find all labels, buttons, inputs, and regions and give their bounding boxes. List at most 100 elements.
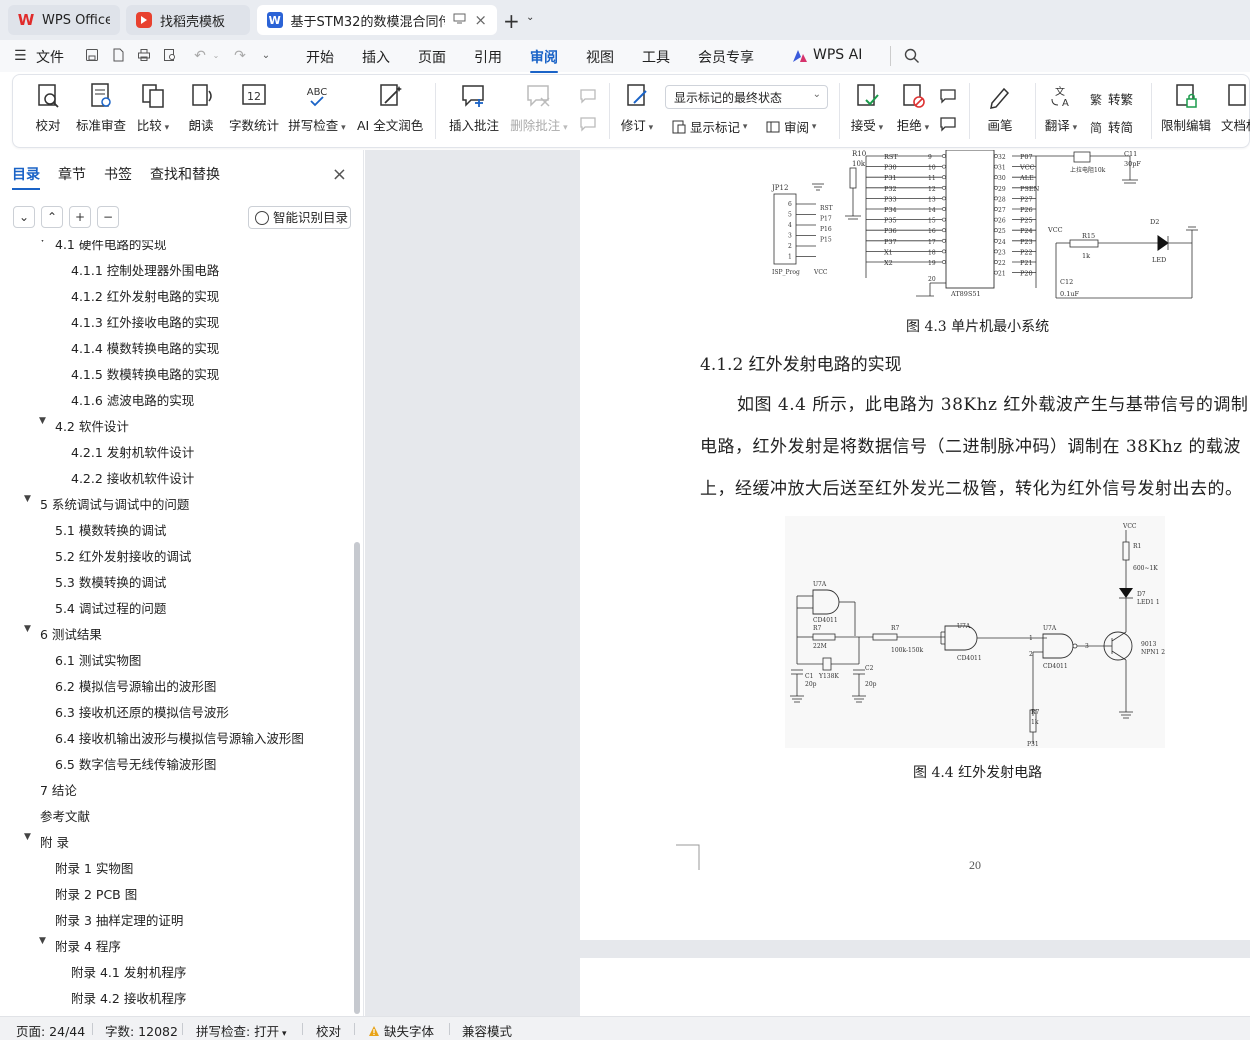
expand-triangle-icon[interactable]: ▼: [24, 832, 31, 842]
expand-triangle-icon[interactable]: ▼: [39, 240, 46, 244]
toc-item[interactable]: 7 结论: [40, 780, 77, 799]
chevron-down-icon[interactable]: ⌄: [258, 48, 274, 64]
read-aloud-button[interactable]: 朗读: [187, 81, 215, 134]
previous-comment-icon[interactable]: [579, 87, 597, 108]
menu-home[interactable]: 开始: [306, 47, 334, 67]
toc-item[interactable]: ▼ 附录 4 程序: [39, 936, 121, 955]
redo-icon[interactable]: ↷: [232, 48, 248, 64]
toc-item[interactable]: 4.1.6 滤波电路的实现: [71, 390, 194, 409]
toc-item[interactable]: 参考文献: [40, 806, 90, 825]
spell-check-toggle[interactable]: 拼写检查: 打开 ▾: [196, 1021, 287, 1040]
expand-triangle-icon[interactable]: ▼: [39, 416, 46, 426]
close-icon[interactable]: ×: [332, 164, 347, 185]
chevron-down-icon[interactable]: ⌄: [208, 48, 224, 64]
ink-button[interactable]: 画笔: [985, 81, 1015, 134]
toc-item[interactable]: 附录 3 抽样定理的证明: [55, 910, 183, 929]
tab-document[interactable]: W 基于STM32的数模混合同传 ×: [257, 5, 497, 35]
print-icon[interactable]: [136, 48, 152, 64]
expand-triangle-icon[interactable]: ▼: [39, 936, 46, 946]
reject-button[interactable]: 拒绝 ▾: [895, 81, 931, 134]
compare-button[interactable]: 比较 ▾: [135, 81, 171, 134]
collapse-all-button[interactable]: ⌃: [41, 206, 63, 228]
document-area[interactable]: JP12 6 5 4 3 2 1 RST P17 P16 P15 ISP_Prog VCC R10 10k R…: [365, 150, 1250, 1016]
toc-item[interactable]: 4.1.5 数模转换电路的实现: [71, 364, 219, 383]
toc-item[interactable]: ▼ 6 测试结果: [24, 624, 102, 643]
toc-item[interactable]: 5.3 数模转换的调试: [55, 572, 166, 591]
word-count-button[interactable]: 12 字数统计: [228, 81, 280, 134]
print-preview-icon[interactable]: [162, 48, 178, 64]
toc-item[interactable]: 4.2.1 发射机软件设计: [71, 442, 194, 461]
menu-wps-ai[interactable]: WPS AI: [813, 47, 862, 63]
toc-item[interactable]: 6.4 接收机输出波形与模拟信号源输入波形图: [55, 728, 304, 747]
tab-wps-office[interactable]: W WPS Office: [8, 5, 120, 35]
toc-item[interactable]: 6.1 测试实物图: [55, 650, 141, 669]
menu-page[interactable]: 页面: [418, 47, 446, 67]
to-traditional-button[interactable]: 繁 转繁: [1089, 89, 1133, 108]
chevron-down-icon[interactable]: ⌄: [526, 12, 534, 23]
expand-all-button[interactable]: ⌄: [13, 206, 35, 228]
standard-review-button[interactable]: 标准审查: [75, 81, 127, 134]
spell-check-button[interactable]: ABC 拼写检查 ▾: [288, 81, 346, 134]
toc-item[interactable]: ▼ 4.1 硬件电路的实现: [39, 240, 166, 253]
screen-icon[interactable]: [453, 13, 466, 27]
save-icon[interactable]: [84, 48, 100, 64]
tab-template[interactable]: 找稻壳模板: [126, 5, 250, 35]
new-tab-icon[interactable]: +: [503, 9, 520, 33]
tab-bookmarks[interactable]: 书签: [104, 164, 132, 184]
toc-item[interactable]: 4.1.3 红外接收电路的实现: [71, 312, 219, 331]
to-simplified-button[interactable]: 简 转简: [1089, 117, 1133, 136]
menu-review[interactable]: 审阅: [530, 47, 558, 73]
toc-item[interactable]: 4.2.2 接收机软件设计: [71, 468, 194, 487]
expand-triangle-icon[interactable]: ▼: [24, 494, 31, 504]
tab-chapters[interactable]: 章节: [58, 164, 86, 184]
doc-rights-button[interactable]: 文档权: [1221, 81, 1250, 134]
toc-item[interactable]: 4.1.1 控制处理器外围电路: [71, 260, 219, 279]
track-changes-button[interactable]: 修订 ▾: [619, 81, 655, 134]
translate-button[interactable]: 文A 翻译 ▾: [1043, 81, 1079, 134]
toc-item[interactable]: 5.2 红外发射接收的调试: [55, 546, 191, 565]
toc-item[interactable]: 6.5 数字信号无线传输波形图: [55, 754, 216, 773]
toc-item[interactable]: 附录 4.1 发射机程序: [71, 962, 186, 981]
undo-icon[interactable]: ↶: [192, 48, 208, 64]
next-change-icon[interactable]: [939, 115, 957, 136]
document-next-page[interactable]: [580, 958, 1250, 1016]
add-heading-button[interactable]: +: [69, 206, 91, 228]
ai-polish-button[interactable]: AI 全文润色: [357, 81, 423, 134]
show-markup-button[interactable]: 显示标记 ▾: [671, 117, 747, 136]
review-pane-button[interactable]: 审阅 ▾: [765, 117, 816, 136]
remove-heading-button[interactable]: −: [97, 206, 119, 228]
insert-comment-button[interactable]: 插入批注: [449, 81, 499, 134]
tab-find-replace[interactable]: 查找和替换: [150, 164, 220, 184]
menu-references[interactable]: 引用: [474, 47, 502, 67]
toc-item[interactable]: 5.1 模数转换的调试: [55, 520, 166, 539]
toc-item[interactable]: ▼ 5 系统调试与调试中的问题: [24, 494, 189, 513]
toc-item[interactable]: 5.4 调试过程的问题: [55, 598, 166, 617]
toc-item[interactable]: 4.1.2 红外发射电路的实现: [71, 286, 219, 305]
tab-toc[interactable]: 目录: [12, 164, 40, 190]
toc-item[interactable]: 6.2 模拟信号源输出的波形图: [55, 676, 216, 695]
menu-tools[interactable]: 工具: [642, 47, 670, 67]
smart-toc-button[interactable]: 智能识别目录: [248, 206, 351, 229]
menu-file[interactable]: 文件: [36, 47, 64, 67]
toc-item[interactable]: 附录 2 PCB 图: [55, 884, 137, 903]
export-pdf-icon[interactable]: [110, 48, 126, 64]
next-comment-icon[interactable]: [579, 115, 597, 136]
proof-status[interactable]: 校对: [316, 1021, 341, 1040]
toc-item[interactable]: ▼ 4.2 软件设计: [39, 416, 129, 435]
hamburger-icon[interactable]: ☰: [14, 48, 27, 64]
markup-state-select[interactable]: 显示标记的最终状态 ⌄: [665, 85, 828, 109]
page-indicator[interactable]: 页面: 24/44: [16, 1021, 85, 1040]
menu-insert[interactable]: 插入: [362, 47, 390, 67]
accept-button[interactable]: 接受 ▾: [849, 81, 885, 134]
proof-button[interactable]: 校对: [33, 81, 63, 134]
toc-item[interactable]: ▼ 附 录: [24, 832, 69, 851]
menu-member[interactable]: 会员专享: [698, 47, 754, 67]
menu-view[interactable]: 视图: [586, 47, 614, 67]
delete-comment-button[interactable]: 删除批注 ▾: [509, 81, 569, 134]
toc-item[interactable]: 附录 1 实物图: [55, 858, 133, 877]
toc-item[interactable]: 6.3 接收机还原的模拟信号波形: [55, 702, 229, 721]
expand-triangle-icon[interactable]: ▼: [24, 624, 31, 634]
word-count-indicator[interactable]: 字数: 12082: [105, 1021, 178, 1040]
search-icon[interactable]: [904, 48, 920, 67]
close-tab-icon[interactable]: ×: [474, 11, 487, 29]
